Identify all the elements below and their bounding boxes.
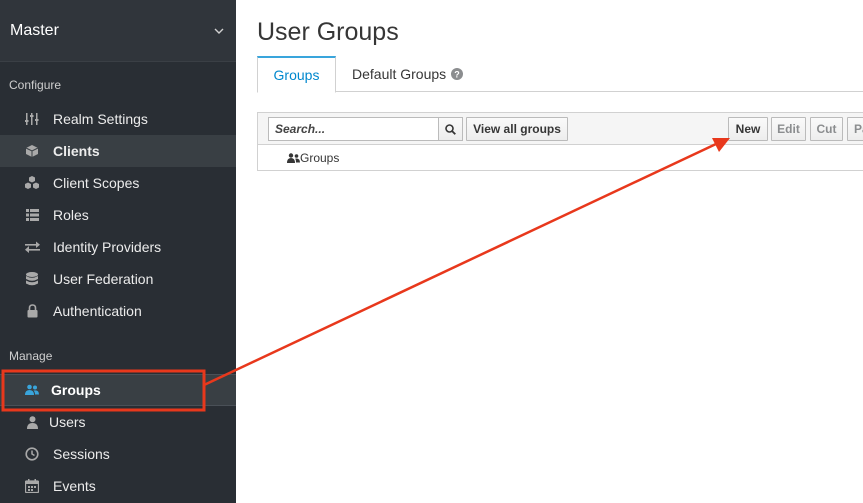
search-input[interactable]: [268, 117, 439, 141]
sidebar-item-label: Client Scopes: [53, 175, 140, 191]
sidebar-item-groups[interactable]: Groups: [0, 374, 236, 406]
sidebar-item-label: Sessions: [53, 446, 110, 462]
tab-groups[interactable]: Groups: [257, 56, 336, 93]
sidebar-item-user-federation[interactable]: User Federation: [0, 263, 236, 295]
sidebar-item-label: User Federation: [53, 271, 154, 287]
edit-button[interactable]: Edit: [771, 117, 806, 141]
sliders-icon: [24, 111, 40, 127]
sidebar-item-label: Realm Settings: [53, 111, 148, 127]
realm-selector[interactable]: Master: [0, 0, 236, 62]
new-button[interactable]: New: [728, 117, 768, 141]
sidebar-item-clients[interactable]: Clients: [0, 135, 236, 167]
sidebar-item-label: Roles: [53, 207, 89, 223]
paste-button[interactable]: Pa: [847, 117, 863, 141]
help-icon[interactable]: ?: [451, 68, 464, 80]
sidebar-item-realm-settings[interactable]: Realm Settings: [0, 103, 236, 135]
tree-root[interactable]: Groups: [258, 145, 863, 171]
users-icon: [24, 382, 40, 398]
table-toolbar: View all groups New Edit Cut Pa: [258, 113, 863, 145]
search-button[interactable]: [438, 117, 463, 141]
cut-button[interactable]: Cut: [810, 117, 843, 141]
view-all-groups-button[interactable]: View all groups: [466, 117, 568, 141]
sidebar-item-label: Users: [49, 414, 86, 430]
user-icon: [24, 414, 40, 430]
tab-bar: Groups Default Groups ?: [257, 56, 863, 93]
sidebar-item-client-scopes[interactable]: Client Scopes: [0, 167, 236, 199]
calendar-icon: [24, 478, 40, 494]
users-icon: [287, 152, 300, 164]
sidebar-item-events[interactable]: Events: [0, 470, 236, 502]
tab-default-groups[interactable]: Default Groups ?: [352, 56, 464, 92]
sidebar-item-authentication[interactable]: Authentication: [0, 295, 236, 327]
sidebar-item-sessions[interactable]: Sessions: [0, 438, 236, 470]
configure-section-title: Configure: [9, 78, 62, 92]
svg-text:?: ?: [454, 69, 460, 79]
main-content: User Groups Groups Default Groups ? View…: [236, 0, 863, 503]
sidebar-item-label: Identity Providers: [53, 239, 162, 255]
cube-icon: [24, 143, 40, 159]
list-icon: [24, 207, 40, 223]
groups-table: View all groups New Edit Cut Pa Groups: [257, 112, 863, 171]
sidebar-item-label: Authentication: [53, 303, 142, 319]
clock-icon: [24, 446, 40, 462]
database-icon: [24, 271, 40, 287]
tab-label: Default Groups: [352, 66, 447, 82]
sidebar-item-label: Groups: [51, 382, 101, 398]
search-icon: [445, 123, 456, 135]
lock-icon: [24, 303, 40, 319]
manage-section-title: Manage: [9, 349, 53, 363]
sidebar-item-label: Clients: [53, 143, 100, 159]
cubes-icon: [24, 175, 40, 191]
sidebar-item-users[interactable]: Users: [0, 406, 236, 438]
tree-root-label: Groups: [300, 151, 340, 165]
page-title: User Groups: [257, 18, 399, 46]
exchange-icon: [24, 239, 40, 255]
chevron-down-icon: [214, 28, 224, 34]
sidebar-item-roles[interactable]: Roles: [0, 199, 236, 231]
sidebar: Master Configure Realm Settings Clients …: [0, 0, 236, 503]
realm-name: Master: [10, 21, 59, 39]
sidebar-item-label: Events: [53, 478, 96, 494]
sidebar-item-identity-providers[interactable]: Identity Providers: [0, 231, 236, 263]
